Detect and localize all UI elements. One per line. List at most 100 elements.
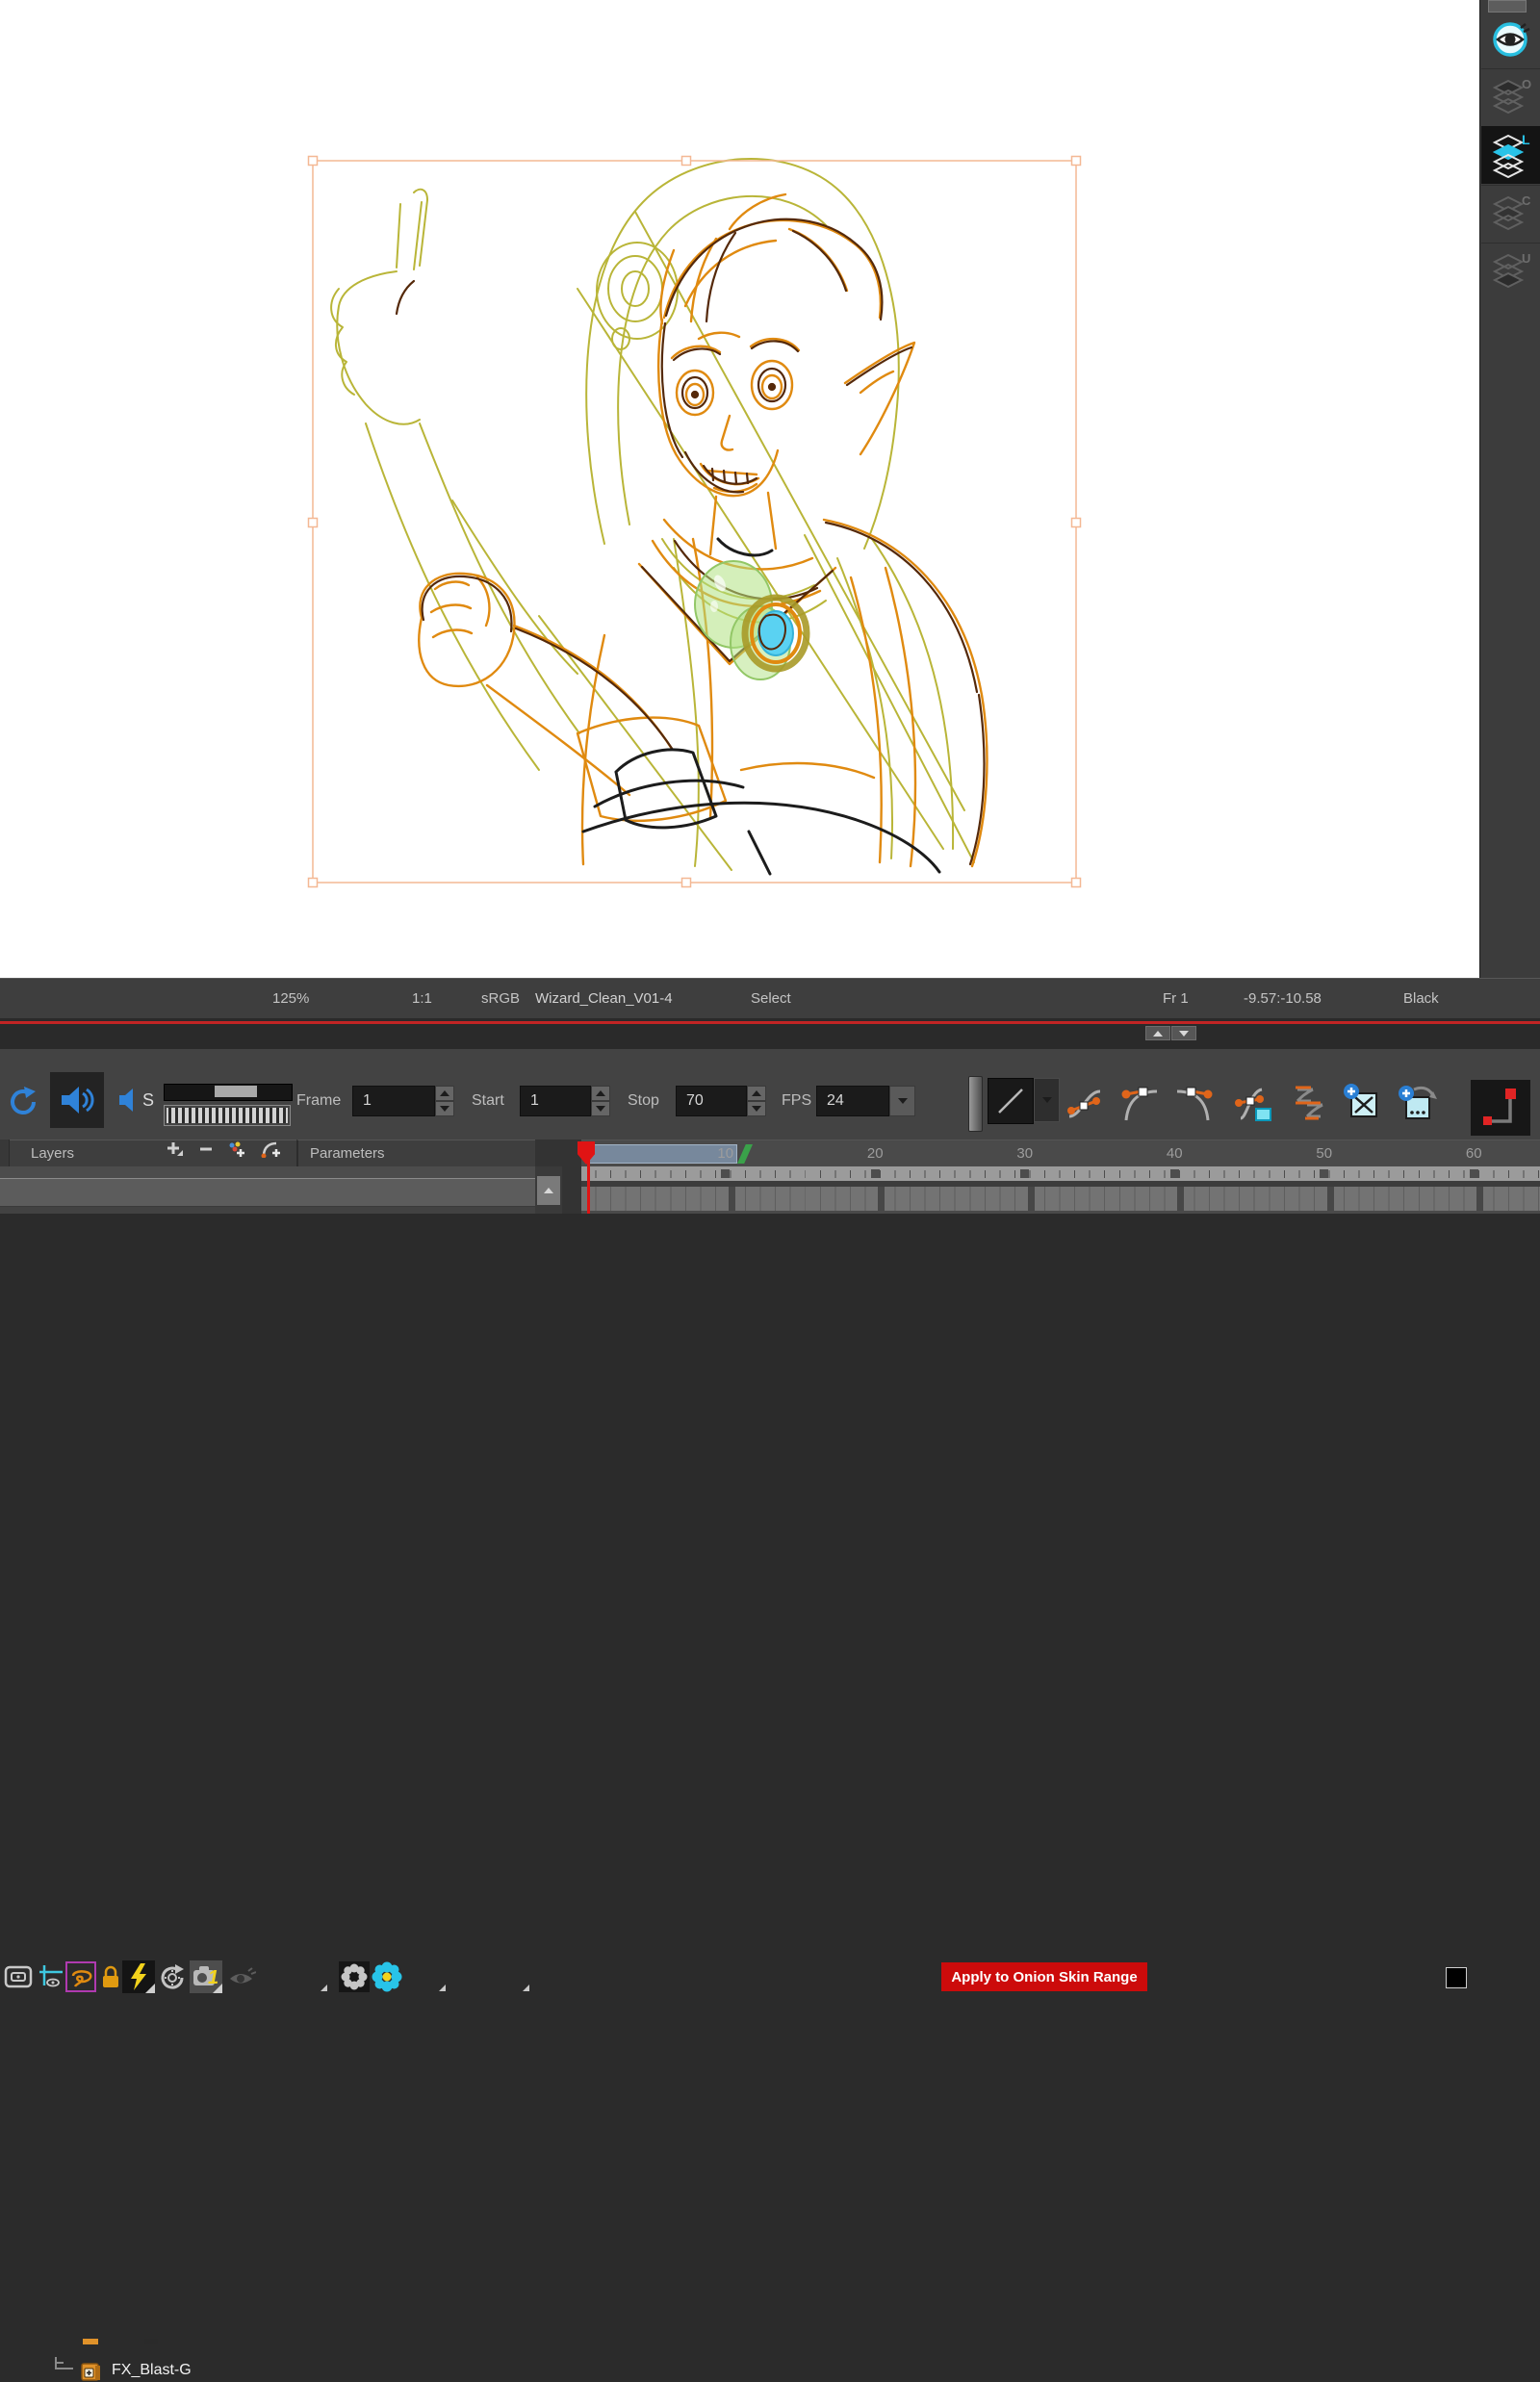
apply-onion-skin-range-button[interactable]: Apply to Onion Skin Range (941, 1962, 1147, 1991)
ease-out-icon (1173, 1082, 1216, 1124)
frame-input[interactable]: 1 (352, 1086, 435, 1116)
frame-label: Frame (296, 1089, 341, 1114)
onion-range-end-marker[interactable] (737, 1144, 753, 1164)
lock-button[interactable] (99, 1964, 122, 1989)
ruler-label: 30 (1016, 1145, 1033, 1162)
light-table-button[interactable] (339, 1961, 370, 1992)
drawing-canvas[interactable] (0, 0, 1479, 978)
sound-scrub-button[interactable]: S (116, 1086, 154, 1114)
loop-button[interactable] (8, 1086, 40, 1123)
camera-mask-button[interactable] (4, 1965, 33, 1988)
ruler-label: 20 (867, 1145, 884, 1162)
grid-decade-band (1476, 1187, 1483, 1214)
stop-label: Stop (628, 1089, 659, 1114)
grid-decade-band (1028, 1187, 1035, 1214)
set-ease-bezier-button[interactable] (1064, 1082, 1106, 1124)
snapshot-button[interactable]: 1 (190, 1960, 222, 1993)
ratio-dropdown-corner[interactable] (439, 1985, 446, 1991)
collapse-up-button[interactable] (1145, 1026, 1170, 1040)
color-flower-button[interactable] (372, 1961, 402, 1992)
frame-spinner[interactable] (435, 1086, 454, 1116)
safe-area-button[interactable] (37, 1962, 65, 1991)
fps-select[interactable]: 24 (816, 1086, 889, 1116)
current-tool: Select (751, 979, 791, 1019)
cyan-flower-icon (372, 1961, 402, 1992)
tick-decade-square (1470, 1169, 1478, 1178)
volume-slider-handle[interactable] (215, 1086, 257, 1097)
dropdown-arrow-icon (1042, 1097, 1052, 1103)
set-ease-multiple-button[interactable] (1288, 1082, 1330, 1124)
motion-keyframe-icon (1476, 1085, 1526, 1131)
empty-drawing-icon (1340, 1082, 1382, 1124)
zoom-level[interactable]: 125% (272, 979, 309, 1019)
add-peg-button[interactable] (261, 1140, 282, 1158)
fps-dropdown-button[interactable] (889, 1086, 915, 1116)
start-spinner[interactable] (591, 1086, 610, 1116)
colorspace-dropdown-corner[interactable] (523, 1985, 529, 1991)
color-art-layers-icon: C (1490, 193, 1532, 236)
line-art-letter: L (1522, 132, 1530, 147)
preview-eye-button[interactable] (1481, 12, 1540, 67)
sound-toggle-button[interactable] (50, 1072, 104, 1128)
fps-label: FPS (782, 1089, 811, 1114)
onion-eye-button[interactable] (227, 1966, 256, 1987)
refresh-target-icon (157, 1962, 188, 1993)
svg-text:1: 1 (208, 1967, 218, 1988)
layer-name: FX_Blast-G (112, 2362, 192, 2379)
color-art-button[interactable]: C (1481, 188, 1540, 242)
toolbar-drag-handle[interactable] (968, 1076, 983, 1132)
add-drawing-layer-button[interactable] (227, 1140, 246, 1158)
safe-area-icon (37, 1962, 65, 1991)
color-space[interactable]: sRGB (481, 979, 520, 1019)
start-input[interactable]: 1 (520, 1086, 591, 1116)
motion-keyframe-button[interactable] (1471, 1080, 1530, 1136)
collapse-down-button[interactable] (1171, 1026, 1196, 1040)
stop-input[interactable]: 70 (676, 1086, 747, 1116)
lasso-selection-button[interactable] (65, 1961, 96, 1992)
stop-spinner[interactable] (747, 1086, 766, 1116)
add-layer-button[interactable] (165, 1140, 184, 1158)
ease-in-icon (1118, 1082, 1161, 1124)
line-art-layers-icon: L (1490, 132, 1532, 178)
pixel-ratio[interactable]: 1:1 (412, 979, 432, 1019)
delete-layer-button[interactable] (198, 1140, 214, 1158)
frame-grid[interactable] (581, 1187, 1540, 1214)
divider-red-line (0, 1021, 1540, 1024)
linear-segment-icon (994, 1085, 1027, 1117)
layers-scrollbar[interactable] (535, 1166, 562, 1214)
ease-in-button[interactable] (1118, 1082, 1161, 1124)
layer-row-fx-blast[interactable]: FX_Blast-G (0, 1178, 535, 1207)
segment-type-dropdown[interactable] (1034, 1078, 1060, 1122)
onion-skin-range-bar[interactable] (585, 1144, 737, 1164)
refresh-preview-button[interactable] (157, 1962, 188, 1993)
lasso-icon (68, 1965, 93, 1988)
segment-type-display[interactable] (988, 1078, 1034, 1124)
scrollbar-up-button[interactable] (537, 1176, 560, 1205)
line-art-button[interactable]: L (1481, 126, 1540, 184)
timeline-ruler[interactable]: 102030405060 (581, 1140, 1540, 1166)
tree-branch-icon (46, 2357, 77, 2376)
render-flash-button[interactable] (122, 1960, 155, 1993)
duplicate-drawing-button[interactable] (1395, 1082, 1437, 1124)
clipped-layer-row (0, 1166, 535, 1178)
set-ease-on-parameters-button[interactable] (1233, 1082, 1275, 1124)
minus-icon (198, 1140, 214, 1158)
ruler-label: 60 (1466, 1145, 1482, 1162)
chevron-up-icon (1153, 1031, 1163, 1037)
zoom-dropdown-corner[interactable] (321, 1985, 327, 1991)
ease-out-button[interactable] (1173, 1082, 1216, 1124)
tick-decade-square (1020, 1169, 1029, 1178)
splitter-collapse-widget (1145, 1026, 1197, 1040)
camera-snapshot-icon: 1 (190, 1960, 222, 1993)
overlay-art-button[interactable]: O (1481, 71, 1540, 125)
volume-slider[interactable] (164, 1084, 293, 1101)
frame-tick-strip[interactable] (581, 1166, 1540, 1181)
underlay-art-button[interactable]: U (1481, 245, 1540, 299)
art-layer-sidebar: O L C U (1479, 0, 1540, 978)
eye-icon (1489, 19, 1533, 60)
tick-decade-square (721, 1169, 730, 1178)
create-empty-drawing-button[interactable] (1340, 1082, 1382, 1124)
grid-decade-band (1177, 1187, 1184, 1214)
current-color-swatch[interactable] (1446, 1967, 1467, 1988)
parameters-header: Parameters (296, 1140, 535, 1166)
